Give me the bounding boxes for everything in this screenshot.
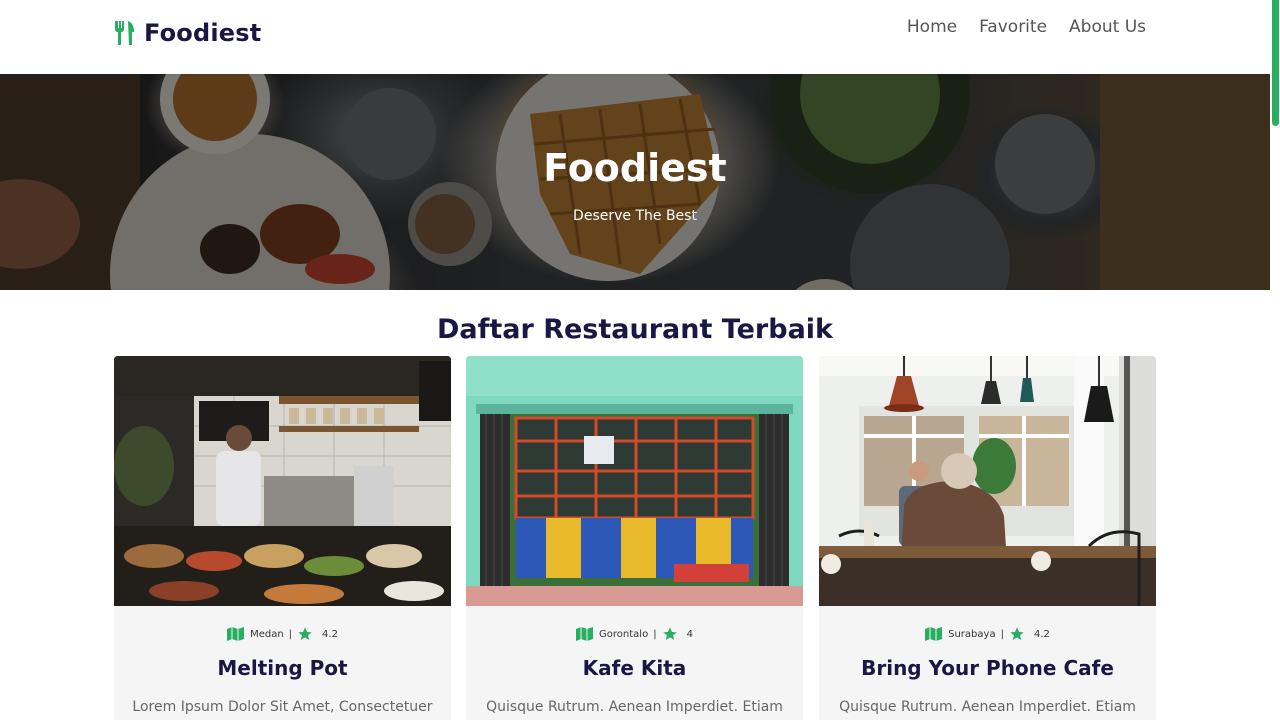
restaurant-card[interactable]: Gorontalo | 4 Kafe Kita Quisque Rutrum. … (466, 356, 803, 720)
restaurant-name[interactable]: Kafe Kita (466, 656, 803, 680)
map-icon (925, 627, 943, 641)
restaurant-city: Surabaya (948, 628, 996, 640)
restaurant-name[interactable]: Bring Your Phone Cafe (819, 656, 1156, 680)
restaurant-name[interactable]: Melting Pot (114, 656, 451, 680)
hero-banner: Foodiest Deserve The Best (0, 74, 1270, 290)
nav-favorite-link[interactable]: Favorite (979, 17, 1047, 37)
restaurant-description: Quisque Rutrum. Aenean Imperdiet. Etiam (839, 699, 1136, 715)
scrollbar-thumb[interactable] (1272, 0, 1279, 126)
utensils-icon (114, 20, 136, 46)
star-icon (297, 626, 313, 642)
nav-home-link[interactable]: Home (907, 17, 957, 37)
page-scrollbar[interactable] (1270, 0, 1280, 720)
restaurant-city: Gorontalo (599, 628, 649, 640)
restaurant-image (466, 356, 803, 606)
main-nav: Home Favorite About Us (907, 17, 1146, 37)
brand-logo-link[interactable]: Foodiest (114, 18, 261, 48)
restaurant-rating: 4.2 (322, 628, 338, 640)
restaurant-description: Lorem Ipsum Dolor Sit Amet, Consectetuer (132, 699, 433, 715)
restaurant-rating: 4.2 (1033, 628, 1050, 640)
restaurant-card[interactable]: Surabaya | 4.2 Bring Your Phone Cafe Qui… (819, 356, 1156, 720)
map-icon (576, 627, 594, 641)
restaurant-meta: Medan | 4.2 (114, 626, 451, 642)
hero-subtitle: Deserve The Best (573, 208, 697, 224)
map-icon (227, 627, 245, 641)
restaurant-rating: 4 (686, 628, 693, 640)
meta-separator: | (653, 628, 657, 640)
star-icon (1009, 626, 1025, 642)
restaurant-description: Quisque Rutrum. Aenean Imperdiet. Etiam (486, 699, 783, 715)
meta-separator: | (288, 628, 293, 640)
restaurant-meta: Surabaya | 4.2 (819, 626, 1156, 642)
restaurant-meta: Gorontalo | 4 (466, 626, 803, 642)
nav-about-link[interactable]: About Us (1069, 17, 1146, 37)
section-title: Daftar Restaurant Terbaik (436, 314, 834, 345)
navbar: Foodiest Home Favorite About Us (0, 0, 1280, 74)
hero-title: Foodiest (543, 146, 727, 190)
restaurant-city: Medan (250, 628, 284, 640)
brand-name: Foodiest (144, 19, 262, 47)
restaurant-image (819, 356, 1156, 606)
restaurant-image (114, 356, 451, 606)
meta-separator: | (1000, 628, 1004, 640)
star-icon (662, 626, 678, 642)
restaurant-card[interactable]: Medan | 4.2 Melting Pot Lorem Ipsum Dolo… (114, 356, 451, 720)
